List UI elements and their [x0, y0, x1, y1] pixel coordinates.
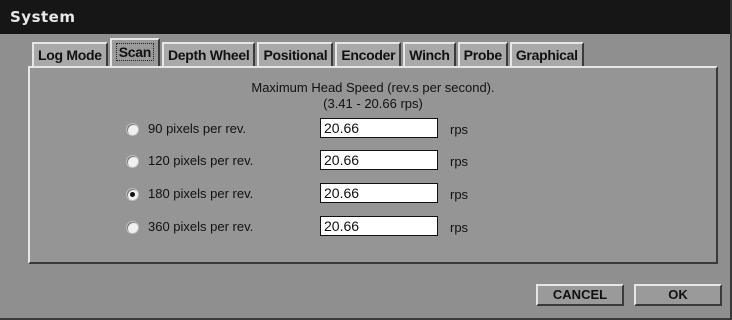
radio-label-180: 180 pixels per rev.	[148, 186, 254, 201]
unit-label-180: rps	[450, 187, 469, 202]
head-speed-range: (3.41 - 20.66 rps)	[323, 96, 423, 111]
tab-scan[interactable]: Scan	[109, 38, 160, 66]
option-row-120: 120 pixels per rev. 20.66 rps	[30, 150, 716, 174]
tab-log-mode[interactable]: Log Mode	[32, 42, 108, 66]
tab-probe[interactable]: Probe	[457, 42, 508, 66]
option-row-90: 90 pixels per rev. 20.66 rps	[30, 118, 716, 142]
unit-label-120: rps	[450, 154, 469, 169]
tab-positional[interactable]: Positional	[257, 42, 334, 66]
radio-360-pixels[interactable]	[127, 222, 138, 233]
speed-input-120[interactable]: 20.66	[320, 150, 438, 170]
head-speed-heading: Maximum Head Speed (rev.s per second).	[251, 80, 495, 95]
radio-90-pixels[interactable]	[127, 124, 138, 135]
radio-label-360: 360 pixels per rev.	[148, 219, 254, 234]
cancel-button[interactable]: CANCEL	[536, 284, 624, 306]
radio-label-90: 90 pixels per rev.	[148, 121, 247, 136]
tab-depth-wheel[interactable]: Depth Wheel	[161, 42, 256, 66]
radio-label-120: 120 pixels per rev.	[148, 153, 254, 168]
tab-winch[interactable]: Winch	[403, 42, 456, 66]
tab-encoder[interactable]: Encoder	[335, 42, 402, 66]
speed-input-90[interactable]: 20.66	[320, 118, 438, 138]
ok-button[interactable]: OK	[634, 284, 722, 306]
tab-graphical[interactable]: Graphical	[509, 42, 584, 66]
option-row-180: 180 pixels per rev. 20.66 rps	[30, 183, 716, 207]
window-title: System	[10, 8, 76, 26]
unit-label-360: rps	[450, 220, 469, 235]
unit-label-90: rps	[450, 122, 469, 137]
tab-strip: Log Mode Scan Depth Wheel Positional Enc…	[32, 38, 586, 66]
radio-120-pixels[interactable]	[127, 156, 138, 167]
speed-input-360[interactable]: 20.66	[320, 216, 438, 236]
option-row-360: 360 pixels per rev. 20.66 rps	[30, 216, 716, 240]
radio-180-pixels[interactable]	[127, 189, 138, 200]
title-bar: System	[0, 0, 730, 34]
scan-panel: Maximum Head Speed (rev.s per second). (…	[28, 66, 718, 264]
speed-input-180[interactable]: 20.66	[320, 183, 438, 203]
system-dialog: System Log Mode Scan Depth Wheel Positio…	[0, 0, 732, 320]
